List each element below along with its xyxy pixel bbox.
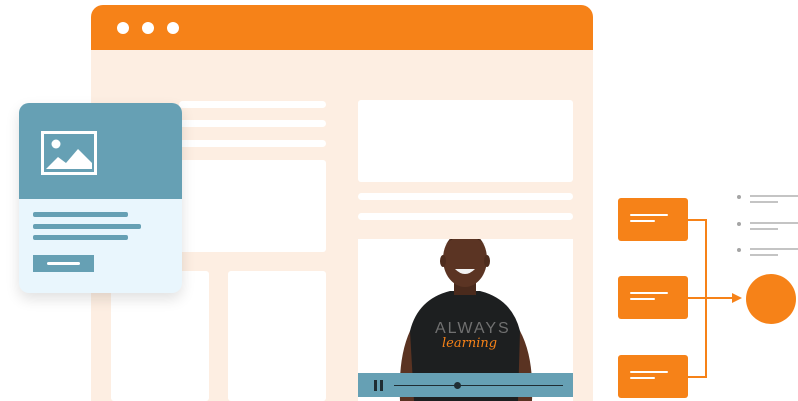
content-block bbox=[179, 160, 326, 252]
connector bbox=[688, 297, 706, 299]
connector bbox=[688, 219, 706, 221]
card-text-line bbox=[33, 212, 128, 217]
card-text-line bbox=[33, 235, 128, 240]
window-dot-minimize[interactable] bbox=[142, 22, 154, 34]
target-circle bbox=[746, 274, 796, 324]
shirt-text-learning: learning bbox=[442, 336, 497, 351]
card-button-label-line bbox=[47, 262, 80, 265]
flow-box-line bbox=[630, 220, 655, 222]
flow-box-line bbox=[630, 298, 655, 300]
list-line bbox=[750, 222, 798, 224]
list-line bbox=[750, 201, 778, 203]
flow-box-line bbox=[630, 371, 668, 373]
text-line bbox=[358, 213, 573, 220]
progress-track[interactable] bbox=[394, 385, 563, 386]
flow-box-3 bbox=[618, 355, 688, 398]
pause-icon[interactable] bbox=[374, 373, 390, 397]
content-block bbox=[228, 271, 326, 401]
card-button[interactable] bbox=[33, 255, 94, 272]
content-block bbox=[358, 100, 573, 182]
flow-box-2 bbox=[618, 276, 688, 319]
list-line bbox=[750, 248, 798, 250]
list-line bbox=[750, 228, 778, 230]
list-line bbox=[750, 195, 798, 197]
text-line bbox=[179, 120, 326, 127]
connector bbox=[688, 376, 706, 378]
image-icon bbox=[41, 131, 97, 175]
text-line bbox=[358, 193, 573, 200]
card-image-area bbox=[19, 103, 182, 199]
list-line bbox=[750, 254, 778, 256]
bullet-dot bbox=[737, 248, 741, 252]
window-titlebar bbox=[91, 5, 593, 50]
flow-box-line bbox=[630, 292, 668, 294]
text-line bbox=[179, 140, 326, 147]
window-dot-close[interactable] bbox=[117, 22, 129, 34]
card-text-line bbox=[33, 224, 141, 229]
progress-knob[interactable] bbox=[454, 382, 461, 389]
text-line bbox=[179, 101, 326, 108]
shirt-text-always: ALWAYS bbox=[435, 320, 511, 337]
bullet-dot bbox=[737, 222, 741, 226]
bullet-dot bbox=[737, 195, 741, 199]
flow-box-line bbox=[630, 214, 668, 216]
arrow-head-icon bbox=[732, 293, 742, 303]
image-card bbox=[19, 103, 182, 293]
flow-box-line bbox=[630, 377, 655, 379]
window-dot-maximize[interactable] bbox=[167, 22, 179, 34]
flow-box-1 bbox=[618, 198, 688, 241]
video-controls bbox=[358, 373, 573, 397]
